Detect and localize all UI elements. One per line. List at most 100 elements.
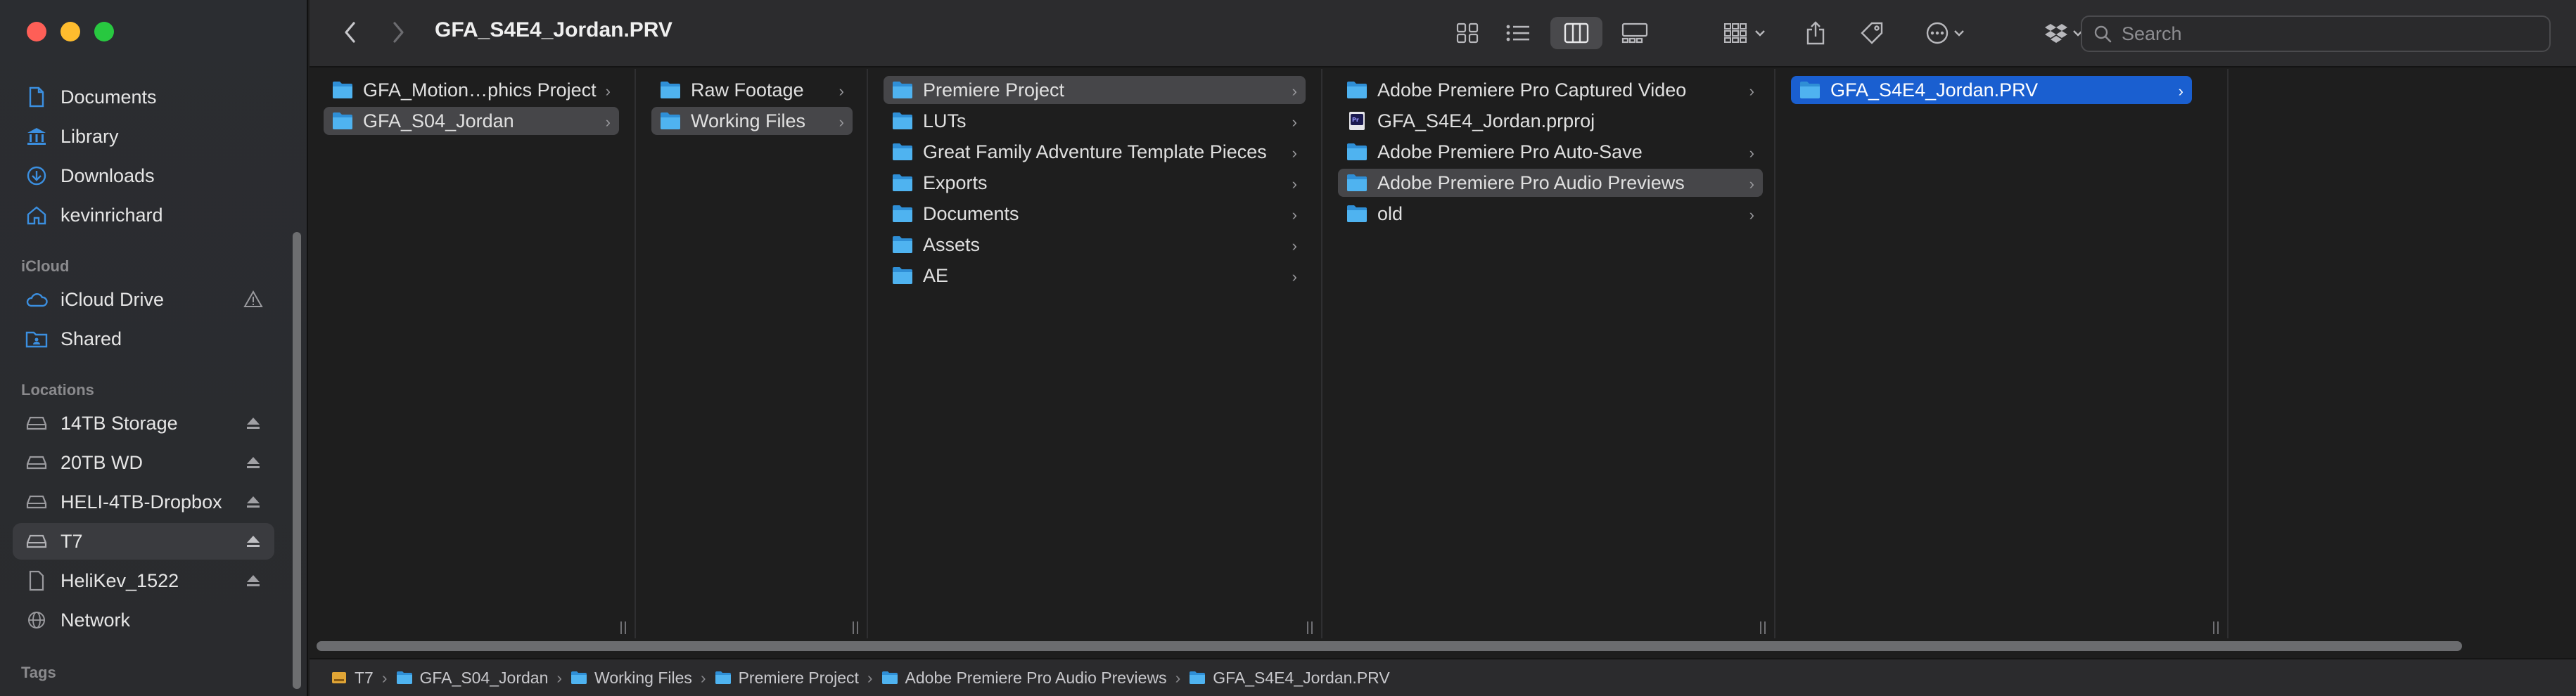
path-separator: › [700, 668, 706, 687]
eject-icon[interactable] [245, 572, 262, 589]
sidebar-item-label: 20TB WD [60, 451, 144, 473]
group-by-button[interactable] [1715, 17, 1774, 49]
list-item[interactable]: Raw Footage › [651, 76, 853, 104]
path-separator: › [867, 668, 873, 687]
list-item[interactable]: Adobe Premiere Pro Audio Previews › [1338, 169, 1763, 197]
minimize-window-button[interactable] [60, 22, 80, 41]
list-item[interactable]: Exports › [884, 169, 1306, 197]
sidebar-item-library[interactable]: Library [13, 118, 274, 155]
list-item[interactable]: old › [1338, 200, 1763, 228]
list-item[interactable]: Adobe Premiere Pro Captured Video › [1338, 76, 1763, 104]
column-view-button[interactable] [1550, 17, 1602, 49]
column-resize-handle[interactable] [1760, 621, 1770, 636]
eject-icon[interactable] [245, 533, 262, 550]
search-field[interactable] [2081, 15, 2551, 52]
path-segment-label: T7 [355, 668, 374, 687]
chevron-right-icon: › [1292, 82, 1297, 100]
item-label: Adobe Premiere Pro Captured Video [1377, 79, 1687, 101]
search-input[interactable] [2122, 22, 2530, 45]
column-resize-handle[interactable] [620, 621, 630, 636]
sidebar-item-helikev-1522[interactable]: HeliKev_1522 [13, 562, 274, 599]
sidebar-item-14tb-storage[interactable]: 14TB Storage [13, 405, 274, 442]
column-resize-handle[interactable] [1307, 621, 1317, 636]
chevron-right-icon: › [1749, 175, 1754, 193]
path-separator: › [1175, 668, 1181, 687]
folder-icon [893, 143, 912, 160]
list-item[interactable]: AE › [884, 262, 1306, 290]
sidebar-item-label: Documents [60, 86, 157, 108]
sidebar-item-heli-4tb-dropbox[interactable]: HELI-4TB-Dropbox [13, 484, 274, 520]
drive-icon [25, 451, 48, 474]
path-segment[interactable]: T7 [331, 669, 374, 688]
sidebar-item-shared[interactable]: Shared [13, 321, 274, 357]
path-segment-label: GFA_S4E4_Jordan.PRV [1213, 668, 1390, 687]
folder-icon [1347, 82, 1367, 98]
list-item[interactable]: GFA_S4E4_Jordan.PRV › [1791, 76, 2192, 104]
path-separator: › [381, 668, 388, 687]
icon-view-button[interactable] [1448, 17, 1487, 49]
eject-icon[interactable] [245, 494, 262, 510]
list-item[interactable]: Adobe Premiere Pro Auto-Save › [1338, 138, 1763, 166]
column-resize-handle[interactable] [853, 621, 862, 636]
path-segment[interactable]: Adobe Premiere Pro Audio Previews [881, 669, 1167, 688]
document-icon [25, 86, 48, 108]
list-item[interactable]: GFA_Motion…phics Project › [324, 76, 619, 104]
share-icon [1806, 21, 1825, 45]
sidebar-item-20tb-wd[interactable]: 20TB WD [13, 444, 274, 481]
horizontal-scrollbar[interactable] [317, 641, 2462, 651]
folder-icon [396, 671, 412, 684]
folder-icon [893, 112, 912, 129]
drive-icon [25, 530, 48, 553]
chevron-right-icon: › [1292, 175, 1297, 193]
sidebar-item-t7[interactable]: T7 [13, 523, 274, 560]
list-item[interactable]: Working Files › [651, 107, 853, 135]
sidebar-item-icloud-drive[interactable]: iCloud Drive [13, 281, 274, 318]
sidebar-scrollbar[interactable] [293, 232, 301, 689]
path-segment[interactable]: GFA_S4E4_Jordan.PRV [1189, 668, 1390, 688]
sidebar-item-label: Downloads [60, 165, 155, 186]
chevron-right-icon: › [605, 113, 611, 131]
sidebar-item-home[interactable]: kevinrichard [13, 197, 274, 233]
sidebar-item-documents[interactable]: Documents [13, 79, 274, 115]
list-item[interactable]: GFA_S04_Jordan › [324, 107, 619, 135]
sidebar-item-label: T7 [60, 530, 83, 552]
eject-icon[interactable] [245, 454, 262, 471]
list-item[interactable]: Premiere Project › [884, 76, 1306, 104]
folder-icon [893, 205, 912, 222]
close-window-button[interactable] [27, 22, 46, 41]
action-menu-button[interactable] [1913, 17, 1977, 49]
folder-icon [893, 82, 912, 98]
list-view-button[interactable] [1498, 17, 1538, 49]
folder-icon [1347, 174, 1367, 191]
path-segment[interactable]: GFA_S04_Jordan [396, 669, 548, 688]
column-resize-handle[interactable] [2213, 621, 2223, 636]
path-segment-label: Adobe Premiere Pro Audio Previews [905, 668, 1167, 687]
folder-icon [881, 671, 898, 684]
list-item[interactable]: Great Family Adventure Template Pieces › [884, 138, 1306, 166]
chevron-right-icon [393, 22, 404, 43]
columns-icon [1564, 22, 1589, 44]
folder-icon [1190, 671, 1206, 684]
list-item[interactable]: LUTs › [884, 107, 1306, 135]
list-item[interactable]: Pr GFA_S4E4_Jordan.prproj [1338, 107, 1763, 135]
share-button[interactable] [1798, 17, 1833, 49]
sidebar-item-network[interactable]: Network [13, 602, 274, 638]
toolbar: GFA_S4E4_Jordan.PRV [310, 0, 2576, 67]
item-label: Great Family Adventure Template Pieces [923, 141, 1267, 162]
gallery-view-button[interactable] [1614, 17, 1656, 49]
sidebar-section-locations: Locations [21, 381, 94, 399]
item-label: GFA_S4E4_Jordan.prproj [1377, 110, 1595, 131]
list-item[interactable]: Assets › [884, 231, 1306, 259]
path-segment[interactable]: Premiere Project [715, 669, 859, 688]
tag-button[interactable] [1853, 17, 1891, 49]
back-button[interactable] [336, 17, 364, 48]
path-segment[interactable]: Working Files [570, 669, 692, 688]
drive-icon [25, 491, 48, 513]
library-icon [25, 125, 48, 148]
item-label: Premiere Project [923, 79, 1065, 101]
list-item[interactable]: Documents › [884, 200, 1306, 228]
forward-button[interactable] [384, 17, 412, 48]
eject-icon[interactable] [245, 415, 262, 432]
sidebar-item-downloads[interactable]: Downloads [13, 157, 274, 194]
zoom-window-button[interactable] [94, 22, 114, 41]
